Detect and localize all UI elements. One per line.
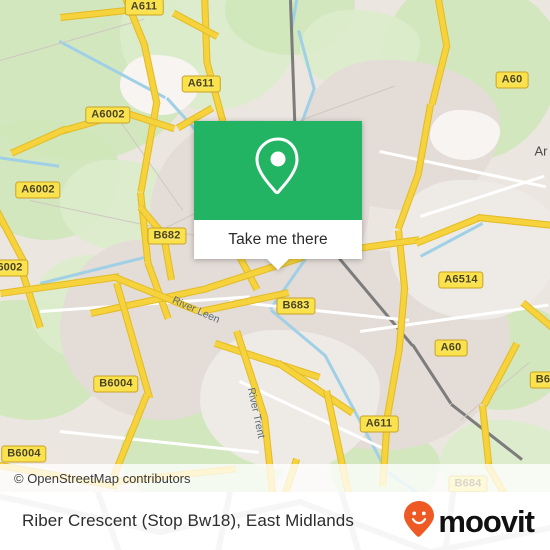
road-shield: A611 (359, 415, 399, 433)
map-attribution-bar: © OpenStreetMap contributors (0, 464, 550, 492)
road-shield: B6004 (93, 375, 139, 393)
road-shield: 6002 (0, 259, 29, 277)
map-screenshot: River Leen River Trent Ar A611 A611 A600… (0, 0, 550, 550)
popup-header (194, 121, 362, 220)
road-shield: A6002 (85, 106, 131, 124)
moovit-wordmark: moovit (438, 503, 535, 539)
map-pin-icon (251, 135, 305, 206)
road-shield: A6514 (438, 271, 484, 289)
footer-bar: Riber Crescent (Stop Bw18), East Midland… (0, 492, 550, 550)
osm-attribution-text[interactable]: © OpenStreetMap contributors (0, 471, 191, 486)
road-shield: A611 (181, 75, 221, 93)
road-shield: B6004 (1, 445, 47, 463)
road-shield: B682 (147, 227, 187, 245)
popup-footer[interactable]: Take me there (194, 220, 362, 259)
map-canvas[interactable]: River Leen River Trent Ar A611 A611 A600… (0, 0, 550, 492)
road-shield: A6002 (15, 181, 61, 199)
road-shield: A60 (434, 339, 468, 357)
road-shield: A611 (124, 0, 164, 16)
page-title: Riber Crescent (Stop Bw18), East Midland… (22, 492, 354, 550)
stop-title-text: Riber Crescent (Stop Bw18), East Midland… (22, 511, 354, 530)
road-shield: A60 (495, 71, 529, 89)
road-shield: B6 (529, 371, 550, 389)
moovit-smiley-pin-icon (404, 500, 435, 542)
location-popup[interactable]: Take me there (194, 121, 362, 270)
popup-pointer (267, 259, 289, 270)
take-me-there-label[interactable]: Take me there (228, 231, 328, 249)
moovit-brand[interactable]: moovit (404, 492, 535, 550)
road-shield: B683 (276, 297, 316, 315)
